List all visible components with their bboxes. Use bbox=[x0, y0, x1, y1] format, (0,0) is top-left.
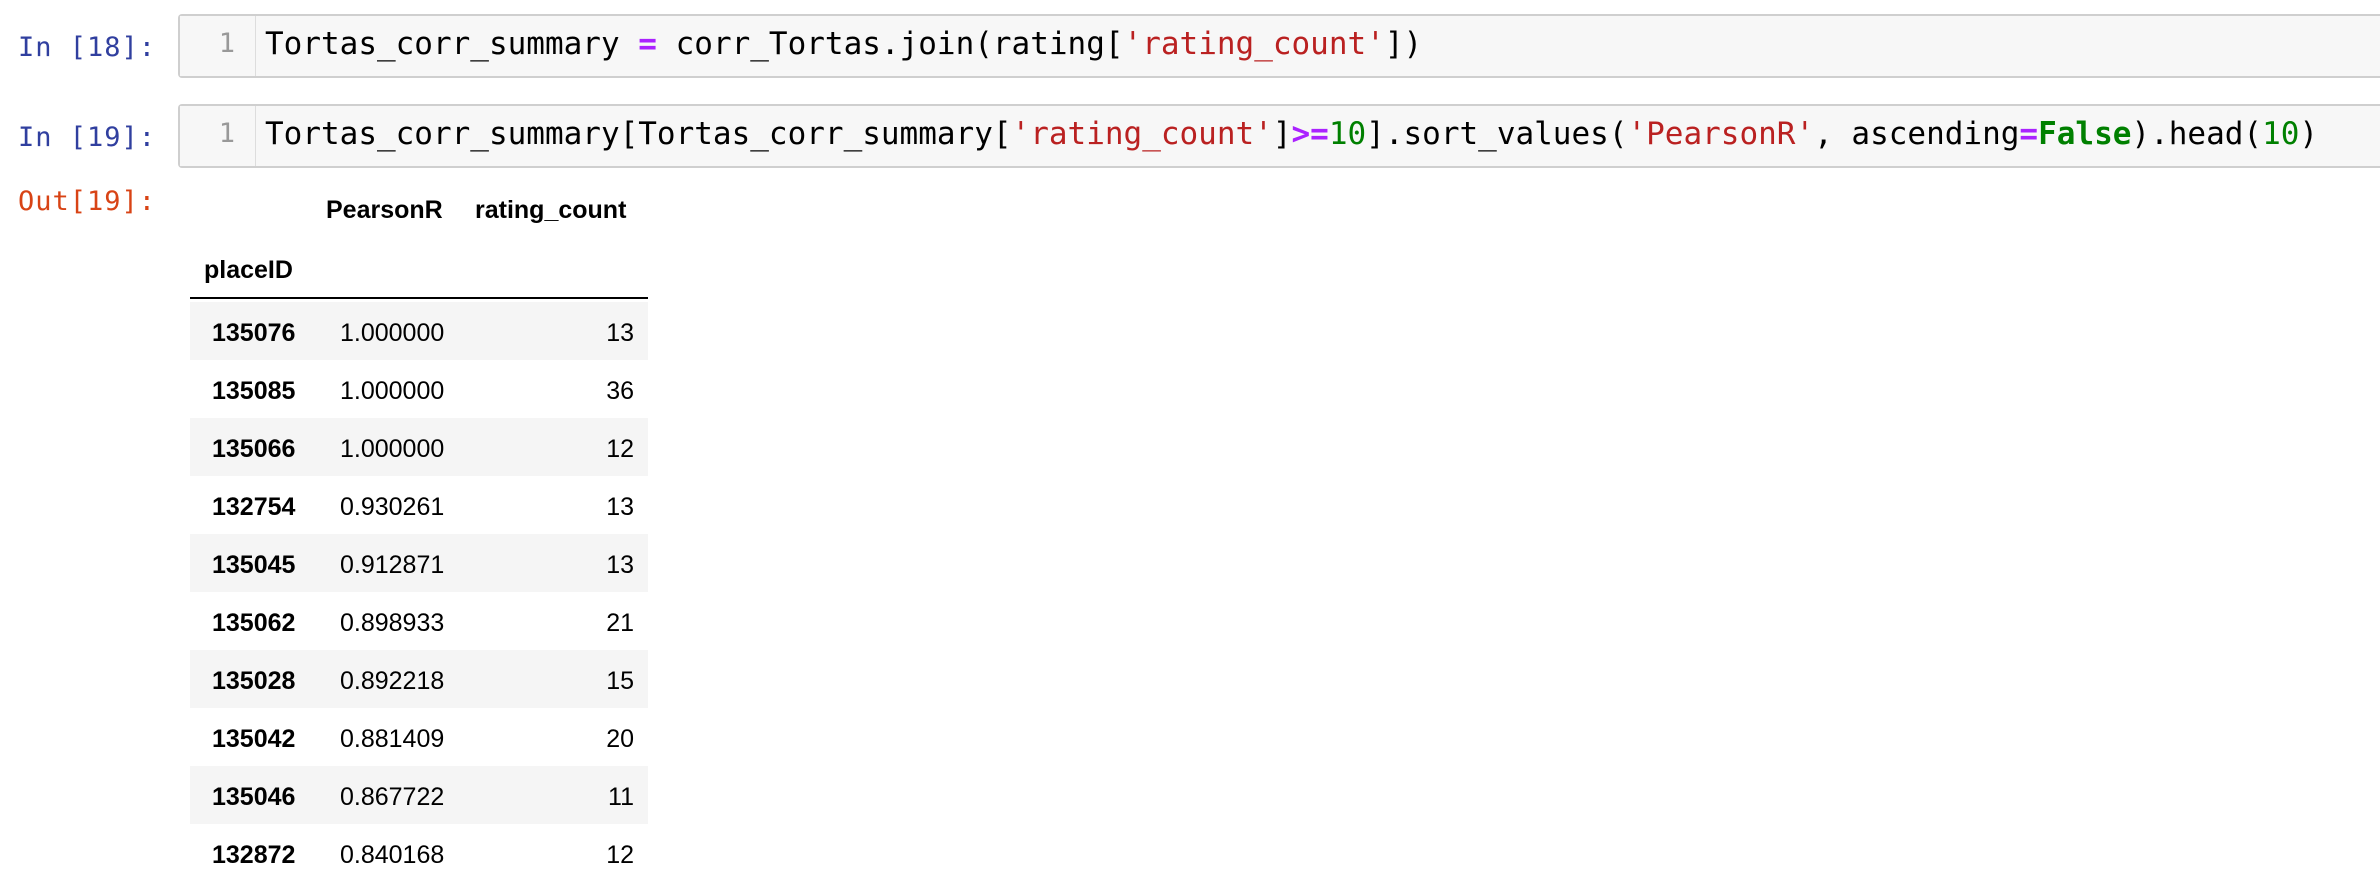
pearsonr-cell: 1.000000 bbox=[340, 319, 445, 347]
rating-count-cell: 11 bbox=[608, 783, 634, 811]
rating-count-cell: 12 bbox=[606, 841, 634, 869]
table-row: 135046 0.867722 11 bbox=[190, 766, 648, 824]
code-editor[interactable]: 1 Tortas_corr_summary[Tortas_corr_summar… bbox=[178, 104, 2380, 168]
table-row: 135062 0.898933 21 bbox=[190, 592, 648, 650]
code-line[interactable]: Tortas_corr_summary = corr_Tortas.join(r… bbox=[265, 26, 1422, 62]
rating-count-cell: 13 bbox=[606, 493, 634, 521]
column-header-pearsonr: PearsonR bbox=[326, 196, 443, 224]
row-index: 135062 bbox=[212, 609, 296, 637]
row-index: 135046 bbox=[212, 783, 296, 811]
table-row: 135066 1.000000 12 bbox=[190, 418, 648, 476]
code-token: False bbox=[2038, 116, 2132, 152]
table-row: 135085 1.000000 36 bbox=[190, 360, 648, 418]
code-token: Tortas_corr_summary[Tortas_corr_summary[ bbox=[265, 116, 1012, 152]
code-token: 10 bbox=[1328, 116, 1367, 152]
code-token: 'rating_count' bbox=[1123, 26, 1385, 62]
column-header-rating-count: rating_count bbox=[475, 196, 627, 224]
pearsonr-cell: 0.912871 bbox=[340, 551, 445, 579]
index-name: placeID bbox=[204, 256, 293, 284]
table-row: 135076 1.000000 13 bbox=[190, 302, 648, 360]
dataframe-output: PearsonR rating_count placeID 135076 1.00… bbox=[190, 186, 648, 886]
pearsonr-cell: 0.930261 bbox=[340, 493, 445, 521]
code-token: ) bbox=[2299, 116, 2319, 152]
table-row: 135042 0.881409 20 bbox=[190, 708, 648, 766]
code-token: ]) bbox=[1384, 26, 1423, 62]
row-index: 135028 bbox=[212, 667, 296, 695]
code-token: 'rating_count' bbox=[1011, 116, 1273, 152]
table-row: 135028 0.892218 15 bbox=[190, 650, 648, 708]
code-token: ).head( bbox=[2131, 116, 2263, 152]
line-number: 1 bbox=[180, 106, 256, 166]
rating-count-cell: 12 bbox=[606, 435, 634, 463]
code-token: , ascending bbox=[1814, 116, 2020, 152]
row-index: 132872 bbox=[212, 841, 296, 869]
code-line[interactable]: Tortas_corr_summary[Tortas_corr_summary[… bbox=[265, 116, 2318, 152]
table-row: 132872 0.840168 12 bbox=[190, 824, 648, 882]
table-row: 135045 0.912871 13 bbox=[190, 534, 648, 592]
rating-count-cell: 36 bbox=[606, 377, 634, 405]
row-index: 135042 bbox=[212, 725, 296, 753]
pearsonr-cell: 0.840168 bbox=[340, 841, 445, 869]
code-token: 'PearsonR' bbox=[1627, 116, 1815, 152]
code-token: 10 bbox=[2262, 116, 2300, 152]
rating-count-cell: 20 bbox=[606, 725, 634, 753]
code-cell-18[interactable]: In [18]: 1 Tortas_corr_summary = corr_To… bbox=[0, 14, 2380, 78]
pearsonr-cell: 0.892218 bbox=[340, 667, 445, 695]
pearsonr-cell: 0.898933 bbox=[340, 609, 445, 637]
input-prompt: In [18]: bbox=[18, 32, 157, 63]
row-index: 132754 bbox=[212, 493, 296, 521]
rating-count-cell: 15 bbox=[606, 667, 634, 695]
code-token: = bbox=[2019, 116, 2039, 152]
rating-count-cell: 21 bbox=[606, 609, 634, 637]
rating-count-cell: 13 bbox=[606, 551, 634, 579]
pearsonr-cell: 1.000000 bbox=[340, 377, 445, 405]
code-token: = bbox=[638, 26, 657, 62]
code-cell-19[interactable]: In [19]: 1 Tortas_corr_summary[Tortas_co… bbox=[0, 104, 2380, 168]
code-editor[interactable]: 1 Tortas_corr_summary = corr_Tortas.join… bbox=[178, 14, 2380, 78]
code-token: corr_Tortas.join(rating[ bbox=[656, 26, 1124, 62]
line-number: 1 bbox=[180, 16, 256, 76]
output-prompt: Out[19]: bbox=[18, 186, 157, 217]
code-token: Tortas_corr_summary bbox=[265, 26, 639, 62]
row-index: 135045 bbox=[212, 551, 296, 579]
header-divider bbox=[190, 297, 648, 299]
pearsonr-cell: 0.867722 bbox=[340, 783, 445, 811]
code-token: ] bbox=[1272, 116, 1292, 152]
row-index: 135076 bbox=[212, 319, 296, 347]
pearsonr-cell: 1.000000 bbox=[340, 435, 445, 463]
table-row: 132754 0.930261 13 bbox=[190, 476, 648, 534]
code-token: >= bbox=[1291, 116, 1329, 152]
rating-count-cell: 13 bbox=[606, 319, 634, 347]
input-prompt: In [19]: bbox=[18, 122, 157, 153]
pearsonr-cell: 0.881409 bbox=[340, 725, 445, 753]
row-index: 135066 bbox=[212, 435, 296, 463]
code-token: ].sort_values( bbox=[1366, 116, 1628, 152]
row-index: 135085 bbox=[212, 377, 296, 405]
